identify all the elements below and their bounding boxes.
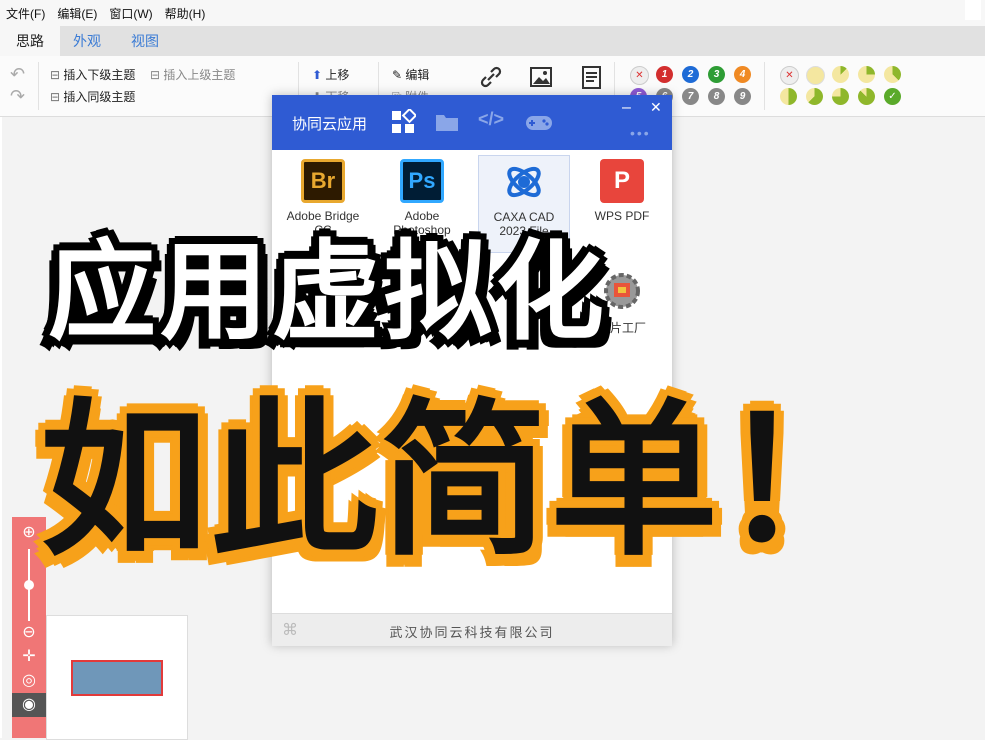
insert-child-button[interactable]: ⊟ 插入下级主题 xyxy=(50,66,135,83)
popup-header: 协同云应用 </> – ✕ ••• xyxy=(272,95,672,150)
insert-parent-label: 插入上级主题 xyxy=(163,68,236,82)
menu-file[interactable]: 文件(F) xyxy=(6,5,45,22)
edit-label: 编辑 xyxy=(405,68,430,82)
note-icon[interactable] xyxy=(578,64,604,90)
progress-0-icon[interactable] xyxy=(806,66,825,85)
image-icon[interactable] xyxy=(528,64,554,90)
menu-window[interactable]: 窗口(W) xyxy=(109,5,152,22)
headline-line-1: 应用虚拟化 xyxy=(48,230,609,355)
tab-bar: 思路 外观 视图 xyxy=(0,26,985,56)
progress-12-icon[interactable] xyxy=(832,66,849,83)
code-icon[interactable]: </> xyxy=(478,109,504,130)
insert-child-label: 插入下级主题 xyxy=(63,68,136,82)
popup-footer: ⌘ 武汉协同云科技有限公司 xyxy=(272,613,672,646)
progress-62-icon[interactable] xyxy=(806,88,823,105)
move-icon[interactable]: ✛ xyxy=(12,645,46,669)
progress-50-icon[interactable] xyxy=(780,88,797,105)
eye-icon[interactable]: ◉ xyxy=(12,693,46,717)
overview-minimap[interactable] xyxy=(46,615,188,740)
menu-help[interactable]: 帮助(H) xyxy=(165,5,206,22)
window-control[interactable] xyxy=(965,0,981,20)
progress-75-icon[interactable] xyxy=(832,88,849,105)
remove-priority-icon[interactable]: ✕ xyxy=(630,66,649,85)
insert-sibling-label: 插入同级主题 xyxy=(63,90,136,104)
close-icon[interactable]: ✕ xyxy=(650,99,662,116)
insert-child-icon: ⊟ xyxy=(50,68,61,82)
folder-icon[interactable] xyxy=(434,109,460,138)
arrow-up-icon: ⬆ xyxy=(312,68,323,82)
caxa-icon xyxy=(502,160,546,204)
priority-9-icon[interactable]: 9 xyxy=(734,88,751,105)
insert-sibling-button[interactable]: ⊟ 插入同级主题 xyxy=(50,88,135,105)
progress-done-icon[interactable]: ✓ xyxy=(884,88,901,105)
progress-87-icon[interactable] xyxy=(858,88,875,105)
photoshop-icon: Ps xyxy=(400,159,444,203)
menu-bar: 文件(F) 编辑(E) 窗口(W) 帮助(H) xyxy=(0,0,985,26)
tab-appearance[interactable]: 外观 xyxy=(57,26,117,56)
move-up-label: 上移 xyxy=(325,68,350,82)
priority-2-icon[interactable]: 2 xyxy=(682,66,699,83)
priority-8-icon[interactable]: 8 xyxy=(708,88,725,105)
link-icon[interactable] xyxy=(478,64,504,90)
move-up-button[interactable]: ⬆ 上移 xyxy=(312,66,349,83)
headline-line-2: 如此简单！ xyxy=(40,383,890,579)
priority-4-icon[interactable]: 4 xyxy=(734,66,751,83)
insert-parent-icon: ⊟ xyxy=(150,68,161,82)
menu-edit[interactable]: 编辑(E) xyxy=(57,5,97,22)
company-name: 武汉协同云科技有限公司 xyxy=(389,625,555,640)
minimap-viewport[interactable] xyxy=(71,660,163,696)
remove-progress-icon[interactable]: ✕ xyxy=(780,66,799,85)
priority-3-icon[interactable]: 3 xyxy=(708,66,725,83)
grid-apps-icon[interactable] xyxy=(390,107,418,138)
tab-view[interactable]: 视图 xyxy=(115,26,175,56)
insert-sibling-icon: ⊟ xyxy=(50,90,61,104)
minimize-icon[interactable]: – xyxy=(622,99,631,117)
zoom-slider-handle[interactable] xyxy=(24,580,34,590)
redo-icon[interactable]: ↷ xyxy=(10,86,25,107)
edit-icon: ✎ xyxy=(392,68,403,82)
locate-icon[interactable]: ◎ xyxy=(12,669,46,693)
progress-25-icon[interactable] xyxy=(858,66,875,83)
canvas-edge xyxy=(0,117,2,738)
insert-parent-button[interactable]: ⊟ 插入上级主题 xyxy=(150,66,235,83)
wps-pdf-icon: P xyxy=(600,159,644,203)
edit-button[interactable]: ✎ 编辑 xyxy=(392,66,429,83)
popup-title: 协同云应用 xyxy=(292,116,368,133)
divider xyxy=(38,62,39,110)
more-icon[interactable]: ••• xyxy=(630,125,651,141)
priority-7-icon[interactable]: 7 xyxy=(682,88,699,105)
progress-37-icon[interactable] xyxy=(884,66,901,83)
tab-ideas[interactable]: 思路 xyxy=(0,26,60,56)
bridge-icon: Br xyxy=(301,159,345,203)
undo-icon[interactable]: ↶ xyxy=(10,64,25,85)
gamepad-icon[interactable] xyxy=(524,109,554,138)
priority-1-icon[interactable]: 1 xyxy=(656,66,673,83)
divider xyxy=(764,62,765,110)
zoom-out-icon[interactable]: ⊖ xyxy=(12,621,46,645)
